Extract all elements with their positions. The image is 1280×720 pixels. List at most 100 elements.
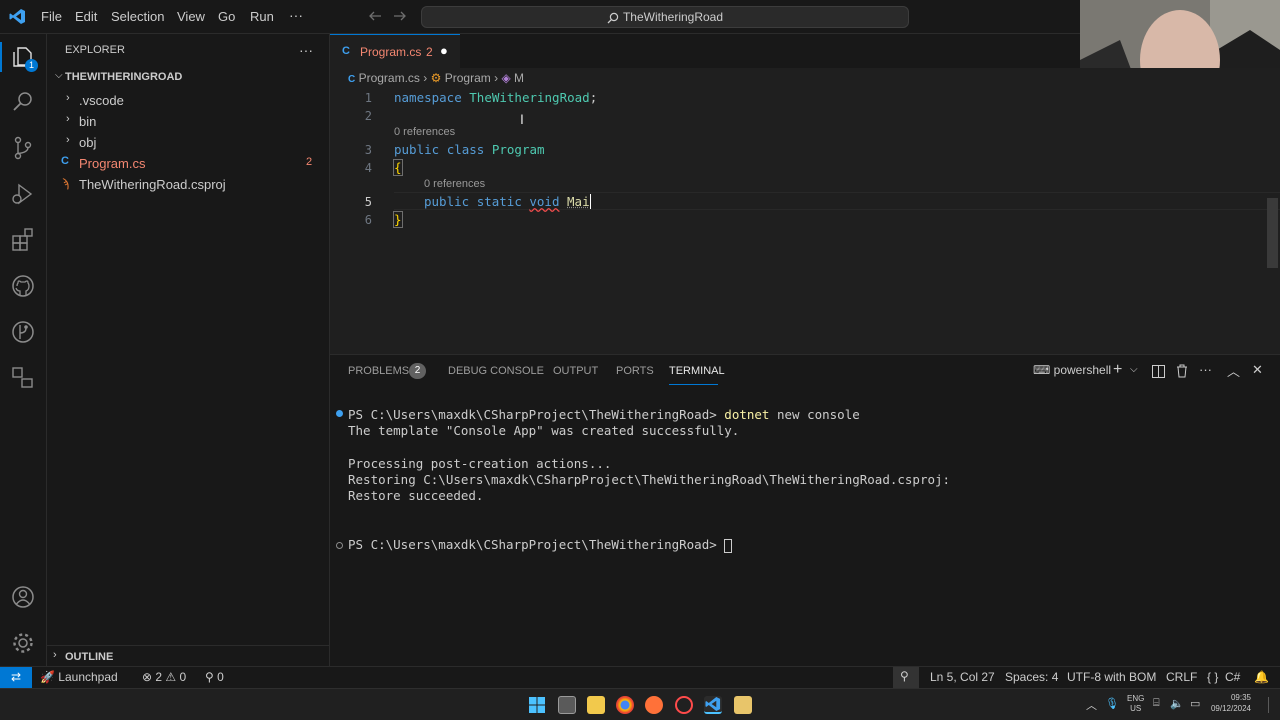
- tree-item-program-cs[interactable]: C Program.cs 2: [47, 152, 330, 173]
- menu-view[interactable]: View: [177, 9, 205, 24]
- unsaved-dot-icon[interactable]: ●: [440, 43, 448, 58]
- tab-ports[interactable]: PORTS: [616, 365, 654, 377]
- terminal-profile[interactable]: ⌨ powershell: [1033, 363, 1111, 377]
- chevron-right-icon: ›: [66, 113, 70, 125]
- terminal-line: Restoring C:\Users\maxdk\CSharpProject\T…: [348, 472, 951, 487]
- terminal-line: PS C:\Users\maxdk\CSharpProject\TheWithe…: [348, 537, 733, 553]
- notepad-icon[interactable]: [734, 696, 752, 714]
- tree-item-obj[interactable]: › obj: [47, 131, 330, 152]
- language-braces-icon[interactable]: { }: [1207, 670, 1218, 684]
- source-control-icon[interactable]: [10, 135, 36, 161]
- zoom-icon[interactable]: ⚲: [893, 667, 919, 688]
- remote-indicator[interactable]: ⇄: [0, 667, 32, 688]
- terminal-line: Processing post-creation actions...: [348, 456, 612, 471]
- menu-edit[interactable]: Edit: [75, 9, 97, 24]
- indentation[interactable]: Spaces: 4: [1005, 670, 1058, 684]
- task-view-icon[interactable]: [558, 696, 576, 714]
- tree-item-label: bin: [79, 114, 97, 129]
- clock[interactable]: 09:35 09/12/2024: [1207, 692, 1251, 714]
- breadcrumb-member[interactable]: M: [514, 71, 524, 85]
- run-debug-icon[interactable]: [10, 181, 36, 207]
- vscode-taskbar-icon[interactable]: [704, 696, 722, 714]
- tab-terminal[interactable]: TERMINAL: [669, 365, 725, 377]
- gitlens-icon[interactable]: [10, 319, 36, 345]
- encoding[interactable]: UTF-8 with BOM: [1067, 670, 1156, 684]
- github-icon[interactable]: [10, 273, 36, 299]
- split-terminal-icon[interactable]: [1152, 365, 1165, 378]
- rss-file-icon: ϡ: [62, 176, 69, 190]
- outline-section[interactable]: › OUTLINE: [47, 645, 330, 666]
- notifications-bell-icon[interactable]: 🔔: [1254, 670, 1269, 684]
- microphone-icon[interactable]: 🎙: [1105, 697, 1119, 710]
- more-actions-icon[interactable]: ···: [1199, 362, 1212, 377]
- chevron-down-icon: ⌵: [55, 70, 63, 81]
- menu-selection[interactable]: Selection: [111, 9, 164, 24]
- language-mode[interactable]: C#: [1225, 670, 1240, 684]
- maximize-panel-icon[interactable]: ︿: [1227, 361, 1240, 380]
- close-panel-icon[interactable]: ✕: [1252, 362, 1263, 378]
- settings-gear-icon[interactable]: [10, 630, 36, 656]
- codelens-references[interactable]: 0 references: [424, 178, 485, 190]
- terminal-line: Restore succeeded.: [348, 488, 484, 503]
- explorer-badge: 1: [25, 59, 38, 72]
- windows-start-icon[interactable]: [529, 697, 545, 713]
- breadcrumb-class[interactable]: Program: [445, 71, 491, 85]
- problems-status[interactable]: ⊗ 2 ⚠ 0: [142, 670, 186, 684]
- codelens-references[interactable]: 0 references: [394, 126, 455, 138]
- code-editor[interactable]: C Program.cs › ⚙ Program › ◈ M 1 namespa…: [330, 68, 1280, 354]
- command-center-search[interactable]: TheWitheringRoad: [421, 6, 909, 28]
- windows-taskbar: ︿ 🎙 ENG US ⌸ 🔈 ▭ 09:35 09/12/2024: [0, 688, 1280, 720]
- menu-run[interactable]: Run: [250, 9, 274, 24]
- explorer-icon[interactable]: 1: [10, 44, 38, 72]
- volume-icon[interactable]: 🔈: [1170, 697, 1184, 710]
- chrome-icon[interactable]: [616, 696, 634, 714]
- battery-icon[interactable]: ▭: [1190, 697, 1200, 710]
- language-indicator[interactable]: ENG US: [1127, 694, 1144, 714]
- forward-arrow-icon[interactable]: [393, 9, 407, 23]
- text-caret: [589, 194, 591, 209]
- end-of-line[interactable]: CRLF: [1166, 670, 1197, 684]
- tree-item-vscode[interactable]: › .vscode: [47, 89, 330, 110]
- menu-file[interactable]: File: [41, 9, 62, 24]
- account-icon[interactable]: [10, 584, 36, 610]
- text-cursor-icon: I: [520, 111, 524, 127]
- code-line-6: }: [393, 211, 403, 228]
- breadcrumb-file[interactable]: Program.cs: [359, 71, 420, 85]
- editor-scrollbar[interactable]: [1267, 198, 1278, 268]
- code-token: void: [529, 194, 560, 209]
- search-icon[interactable]: [10, 89, 36, 115]
- tree-item-label: TheWitheringRoad.csproj: [79, 177, 226, 192]
- new-terminal-plus-icon[interactable]: +: [1113, 361, 1122, 379]
- code-line-4: {: [393, 159, 403, 176]
- tray-overflow-icon[interactable]: ︿: [1086, 697, 1097, 713]
- obs-icon[interactable]: [675, 696, 693, 714]
- tree-item-csproj[interactable]: ϡ TheWitheringRoad.csproj: [47, 173, 330, 194]
- launchpad-item[interactable]: 🚀 Launchpad: [40, 670, 118, 684]
- menu-go[interactable]: Go: [218, 9, 235, 24]
- ports-status[interactable]: ⚲ 0: [205, 670, 224, 684]
- chevron-down-icon[interactable]: ⌵: [1130, 364, 1138, 375]
- firefox-icon[interactable]: [645, 696, 663, 714]
- remote-explorer-icon[interactable]: [10, 365, 36, 391]
- network-icon[interactable]: ⌸: [1153, 697, 1160, 710]
- trash-icon[interactable]: [1176, 364, 1188, 378]
- show-desktop-button[interactable]: [1268, 697, 1274, 713]
- terminal-line: PS C:\Users\maxdk\CSharpProject\TheWithe…: [348, 407, 860, 422]
- launchpad-label: Launchpad: [58, 670, 118, 684]
- tab-program-cs[interactable]: C Program.cs 2 ●: [330, 34, 460, 68]
- cursor-position[interactable]: Ln 5, Col 27: [930, 670, 995, 684]
- command-pending-dot: [336, 542, 343, 549]
- file-explorer-icon[interactable]: [587, 696, 605, 714]
- code-token: TheWitheringRoad: [469, 90, 590, 105]
- explorer-more-button[interactable]: ···: [299, 42, 313, 58]
- tab-problems[interactable]: PROBLEMS: [348, 365, 409, 377]
- tab-output[interactable]: OUTPUT: [553, 365, 598, 377]
- terminal-line: The template "Console App" was created s…: [348, 423, 740, 438]
- chevron-right-icon: ›: [494, 71, 499, 85]
- extensions-icon[interactable]: [10, 227, 36, 253]
- back-arrow-icon[interactable]: [368, 9, 382, 23]
- menu-more[interactable]: ···: [289, 7, 303, 23]
- tree-item-bin[interactable]: › bin: [47, 110, 330, 131]
- workspace-root[interactable]: ⌵ THEWITHERINGROAD: [47, 67, 330, 89]
- tab-debug-console[interactable]: DEBUG CONSOLE: [448, 365, 544, 377]
